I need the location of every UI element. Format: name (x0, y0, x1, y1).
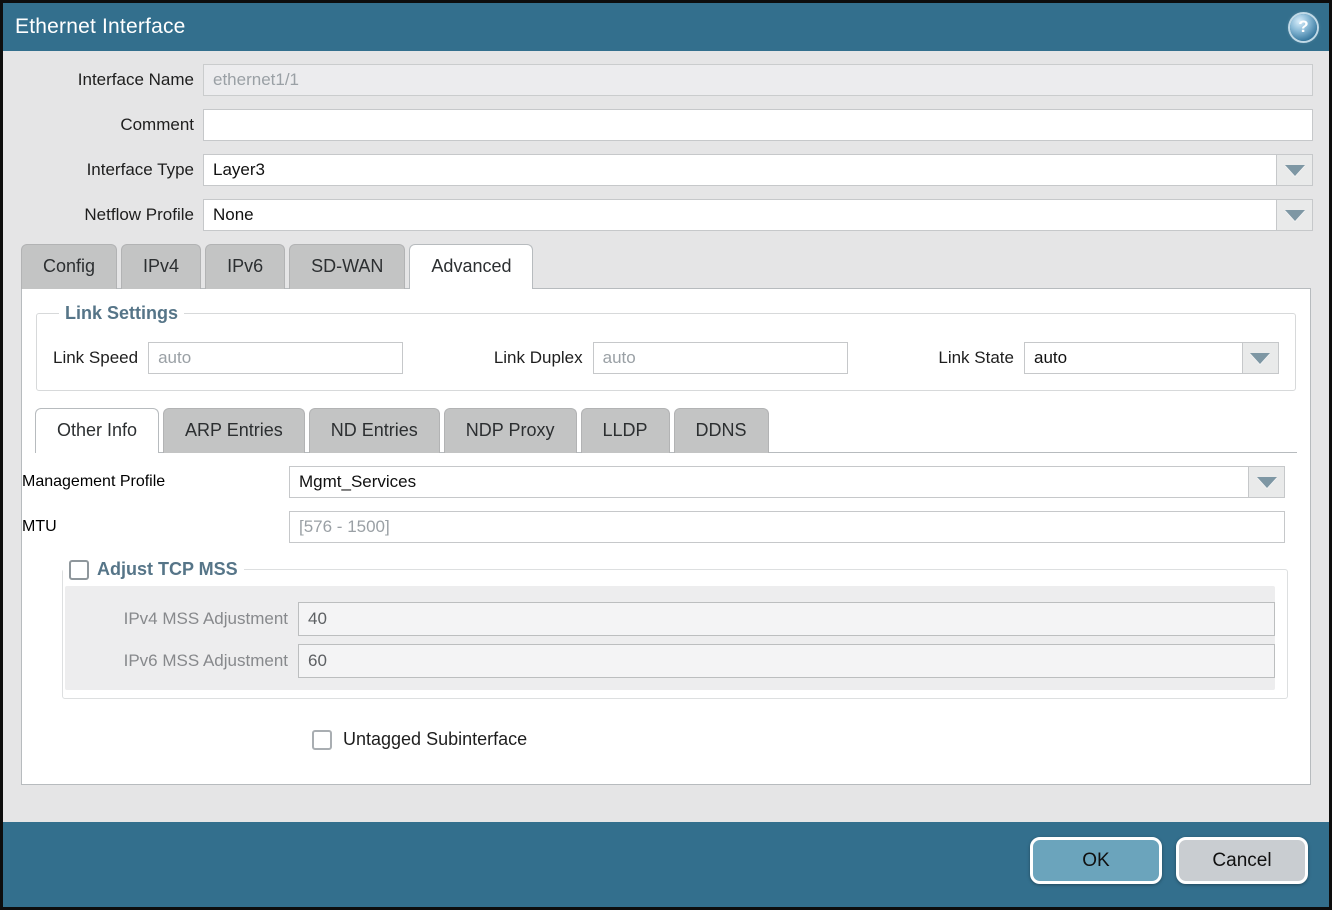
subtab-nd-entries[interactable]: ND Entries (309, 408, 440, 453)
help-icon[interactable]: ? (1290, 14, 1317, 41)
link-speed-group: Link Speed (53, 342, 403, 374)
management-profile-label: Management Profile (22, 473, 289, 491)
dialog-body: Interface Name Comment Interface Type La… (3, 51, 1329, 822)
tab-ipv4[interactable]: IPv4 (121, 244, 201, 289)
link-duplex-group: Link Duplex (494, 342, 848, 374)
subtab-other-info[interactable]: Other Info (35, 408, 159, 453)
tab-advanced[interactable]: Advanced (409, 244, 533, 289)
interface-type-dropdown[interactable]: Layer3 (203, 154, 1313, 186)
link-settings-fieldset: Link Settings Link Speed Link Duplex Lin… (36, 303, 1296, 391)
ipv6-mss-row: IPv6 MSS Adjustment (65, 644, 1275, 678)
interface-type-label: Interface Type (3, 160, 203, 180)
adjust-tcp-mss-legend: Adjust TCP MSS (63, 559, 244, 580)
untagged-subinterface-row: Untagged Subinterface (312, 729, 1310, 750)
ok-button[interactable]: OK (1030, 837, 1162, 884)
subtab-ddns[interactable]: DDNS (674, 408, 769, 453)
link-speed-field[interactable] (148, 342, 403, 374)
link-state-group: Link State auto (938, 342, 1279, 374)
netflow-profile-dropdown-button[interactable] (1276, 200, 1312, 230)
mtu-row: MTU (22, 511, 1285, 543)
comment-field[interactable] (203, 109, 1313, 141)
subtab-lldp[interactable]: LLDP (581, 408, 670, 453)
cancel-button[interactable]: Cancel (1176, 837, 1308, 884)
chevron-down-icon (1257, 477, 1277, 488)
ipv6-mss-label: IPv6 MSS Adjustment (65, 651, 298, 671)
sub-tab-bar: Other Info ARP Entries ND Entries NDP Pr… (35, 408, 1297, 453)
chevron-down-icon (1285, 165, 1305, 176)
netflow-profile-dropdown[interactable]: None (203, 199, 1313, 231)
link-state-label: Link State (938, 348, 1024, 368)
link-duplex-field[interactable] (593, 342, 848, 374)
interface-type-dropdown-button[interactable] (1276, 155, 1312, 185)
interface-name-label: Interface Name (3, 70, 203, 90)
link-state-dropdown-button[interactable] (1242, 343, 1278, 373)
netflow-profile-row: Netflow Profile None (3, 199, 1313, 231)
netflow-profile-value: None (204, 200, 1276, 230)
tab-ipv6[interactable]: IPv6 (205, 244, 285, 289)
interface-type-row: Interface Type Layer3 (3, 154, 1313, 186)
management-profile-row: Management Profile Mgmt_Services (22, 466, 1285, 498)
management-profile-dropdown[interactable]: Mgmt_Services (289, 466, 1285, 498)
link-speed-label: Link Speed (53, 348, 148, 368)
ipv4-mss-field (298, 602, 1275, 636)
untagged-subinterface-checkbox[interactable] (312, 730, 332, 750)
mtu-field[interactable] (289, 511, 1285, 543)
dialog-titlebar: Ethernet Interface ? (3, 3, 1329, 51)
management-profile-dropdown-button[interactable] (1248, 467, 1284, 497)
management-profile-value: Mgmt_Services (290, 467, 1248, 497)
interface-type-value: Layer3 (204, 155, 1276, 185)
ipv4-mss-row: IPv4 MSS Adjustment (65, 602, 1275, 636)
comment-label: Comment (3, 115, 203, 135)
ethernet-interface-dialog: Ethernet Interface ? Interface Name Comm… (0, 0, 1332, 910)
advanced-tab-panel: Link Settings Link Speed Link Duplex Lin… (21, 288, 1311, 785)
chevron-down-icon (1285, 210, 1305, 221)
ipv4-mss-label: IPv4 MSS Adjustment (65, 609, 298, 629)
interface-name-row: Interface Name (3, 64, 1313, 96)
adjust-tcp-mss-fieldset: Adjust TCP MSS IPv4 MSS Adjustment IPv6 … (62, 559, 1288, 699)
subtab-arp-entries[interactable]: ARP Entries (163, 408, 305, 453)
netflow-profile-label: Netflow Profile (3, 205, 203, 225)
mss-disabled-panel: IPv4 MSS Adjustment IPv6 MSS Adjustment (65, 586, 1275, 690)
untagged-subinterface-label: Untagged Subinterface (343, 729, 527, 750)
adjust-tcp-mss-checkbox[interactable] (69, 560, 89, 580)
tab-sdwan[interactable]: SD-WAN (289, 244, 405, 289)
comment-row: Comment (3, 109, 1313, 141)
ipv6-mss-field (298, 644, 1275, 678)
dialog-title: Ethernet Interface (15, 15, 186, 39)
link-duplex-label: Link Duplex (494, 348, 593, 368)
mtu-label: MTU (22, 518, 289, 536)
link-state-value: auto (1025, 343, 1242, 373)
main-tab-bar: Config IPv4 IPv6 SD-WAN Advanced (21, 244, 1329, 289)
chevron-down-icon (1250, 353, 1270, 364)
dialog-footer: OK Cancel (3, 822, 1329, 907)
link-state-dropdown[interactable]: auto (1024, 342, 1279, 374)
link-settings-legend: Link Settings (59, 303, 184, 324)
tab-config[interactable]: Config (21, 244, 117, 289)
subtab-ndp-proxy[interactable]: NDP Proxy (444, 408, 577, 453)
adjust-tcp-mss-label: Adjust TCP MSS (97, 559, 238, 580)
interface-name-field (203, 64, 1313, 96)
